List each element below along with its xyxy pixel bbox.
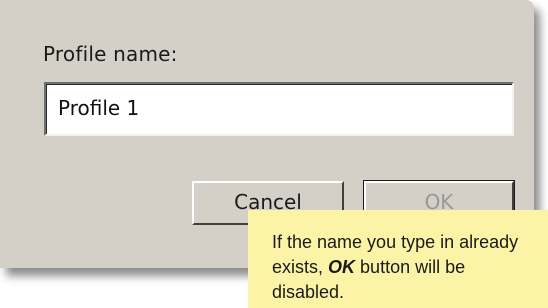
profile-name-label: Profile name: <box>43 42 178 66</box>
callout-ok-emphasis: OK <box>328 257 356 277</box>
profile-name-input[interactable]: Profile 1 <box>44 82 514 136</box>
callout-line-1: If the name you type in already <box>272 232 519 252</box>
profile-name-input-value: Profile 1 <box>58 96 140 120</box>
annotation-callout: If the name you type in already exists, … <box>248 210 548 308</box>
callout-line-2-prefix: exists, <box>272 257 324 277</box>
callout-line-2: exists, OK button will be disabled. <box>272 255 538 305</box>
